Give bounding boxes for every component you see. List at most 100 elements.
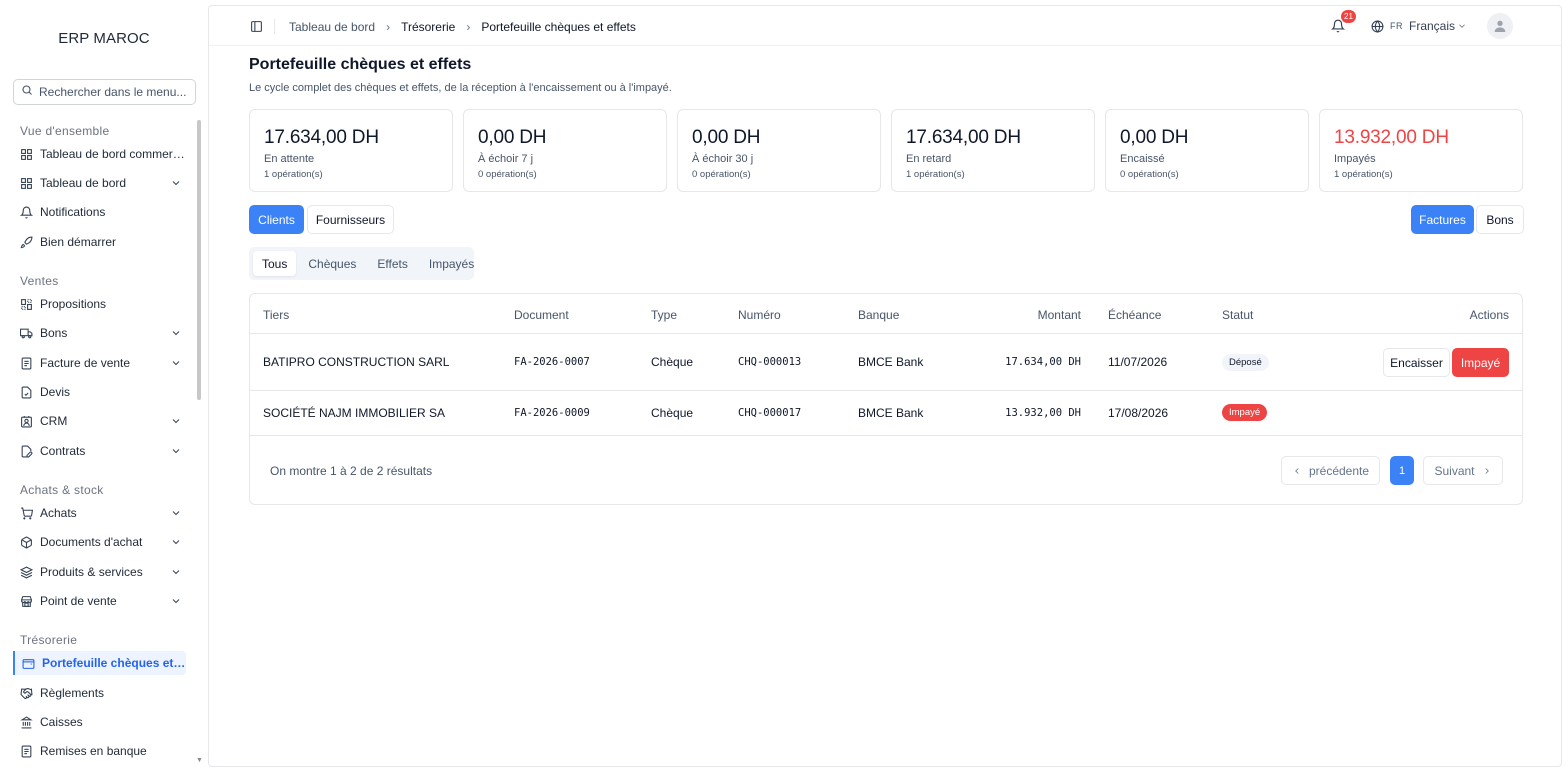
card-en-retard[interactable]: 17.634,00 DH En retard 1 opération(s) — [891, 109, 1095, 192]
file-pen-icon — [20, 445, 33, 458]
tab-tous[interactable]: Tous — [253, 251, 297, 276]
card-ops: 1 opération(s) — [1334, 169, 1393, 180]
impaye-button[interactable]: Impayé — [1452, 348, 1509, 377]
sidebar-item-commercial-dashboard[interactable]: Tableau de bord commercial — [13, 142, 186, 166]
card-echoir-7j[interactable]: 0,00 DH À échoir 7 j 0 opération(s) — [463, 109, 667, 192]
sidebar-item-portefeuille[interactable]: Portefeuille chèques et effets — [13, 651, 186, 675]
chevron-down-icon[interactable] — [170, 536, 182, 548]
card-en-attente[interactable]: 17.634,00 DH En attente 1 opération(s) — [249, 109, 453, 192]
layers-icon — [20, 565, 33, 579]
card-ops: 1 opération(s) — [906, 169, 965, 180]
previous-page-button[interactable]: précédente — [1281, 456, 1380, 485]
factures-toggle-button[interactable]: Factures — [1411, 205, 1474, 234]
cell-numero: CHQ-000017 — [738, 407, 802, 419]
package-icon — [20, 536, 33, 549]
sidebar-item-notifications[interactable]: Notifications — [13, 200, 186, 224]
sidebar-item-reglements[interactable]: Règlements — [13, 681, 186, 705]
column-header-numero: Numéro — [738, 308, 781, 322]
chevron-down-icon[interactable] — [170, 415, 182, 427]
cart-icon — [20, 507, 33, 520]
sidebar-item-label: Bien démarrer — [40, 235, 117, 249]
fournisseurs-toggle-button[interactable]: Fournisseurs — [307, 205, 394, 234]
sidebar-search[interactable] — [13, 79, 196, 105]
section-label-overview: Vue d'ensemble — [20, 124, 110, 138]
search-input[interactable] — [39, 85, 189, 99]
notification-count-badge: 21 — [1341, 10, 1356, 23]
encaisser-button[interactable]: Encaisser — [1383, 348, 1450, 377]
tab-effets[interactable]: Effets — [368, 251, 416, 276]
sidebar-scrollbar[interactable] — [197, 120, 201, 400]
cell-document[interactable]: FA-2026-0009 — [514, 407, 590, 419]
cell-type: Chèque — [651, 355, 694, 369]
card-echoir-30j[interactable]: 0,00 DH À échoir 30 j 0 opération(s) — [677, 109, 881, 192]
sidebar-item-produits-services[interactable]: Produits & services — [13, 560, 186, 584]
column-header-montant: Montant — [1037, 308, 1081, 322]
tab-cheques[interactable]: Chèques — [299, 251, 365, 276]
card-impayes[interactable]: 13.932,00 DH Impayés 1 opération(s) — [1319, 109, 1523, 192]
cell-document[interactable]: FA-2026-0007 — [514, 356, 590, 368]
store-icon — [20, 595, 33, 608]
sidebar-item-caisses[interactable]: Caisses — [13, 710, 186, 734]
card-ops: 0 opération(s) — [692, 169, 751, 180]
sidebar-item-label: Point de vente — [40, 594, 117, 608]
chevron-down-icon[interactable] — [170, 357, 182, 369]
bank-icon — [20, 715, 33, 729]
next-page-button[interactable]: Suivant — [1423, 456, 1503, 485]
breadcrumb-item-tresorerie[interactable]: Trésorerie — [401, 20, 455, 34]
chevron-down-icon[interactable] — [170, 327, 182, 339]
sidebar-item-crm[interactable]: CRM — [13, 409, 186, 433]
chevron-right-icon — [1484, 467, 1489, 474]
card-label: À échoir 7 j — [478, 153, 534, 165]
sidebar-item-propositions[interactable]: Propositions — [13, 292, 186, 316]
cell-tiers: BATIPRO CONSTRUCTION SARL — [263, 355, 450, 369]
card-amount: 0,00 DH — [692, 127, 761, 148]
sidebar-item-dashboard[interactable]: Tableau de bord — [13, 171, 186, 195]
sidebar-item-bons[interactable]: Bons — [13, 321, 186, 345]
card-ops: 1 opération(s) — [264, 169, 323, 180]
table-row[interactable]: BATIPRO CONSTRUCTION SARL FA-2026-0007 C… — [250, 334, 1522, 391]
receipt-icon — [20, 745, 33, 758]
chevron-down-icon[interactable] — [170, 507, 182, 519]
column-header-banque: Banque — [858, 308, 900, 322]
sidebar-item-label: Tableau de bord commercial — [40, 147, 186, 161]
sidebar-item-facture-vente[interactable]: Facture de vente — [13, 351, 186, 375]
card-label: À échoir 30 j — [692, 153, 754, 165]
user-avatar[interactable] — [1487, 13, 1513, 39]
clients-toggle-button[interactable]: Clients — [249, 205, 304, 234]
user-icon — [1494, 20, 1506, 32]
section-label-ventes: Ventes — [20, 274, 59, 288]
summary-cards: 17.634,00 DH En attente 1 opération(s) 0… — [249, 109, 1523, 192]
sidebar-item-getting-started[interactable]: Bien démarrer — [13, 230, 186, 254]
sidebar-item-remises-banque[interactable]: Remises en banque — [13, 739, 186, 763]
rocket-icon — [20, 236, 33, 249]
brand-logo: ERP MAROC — [58, 30, 150, 47]
sidebar-item-devis[interactable]: Devis — [13, 380, 186, 404]
chevron-down-icon[interactable] — [170, 445, 182, 457]
file-check-icon — [20, 386, 33, 399]
tab-impayes[interactable]: Impayés — [420, 251, 483, 276]
bons-toggle-button[interactable]: Bons — [1476, 205, 1524, 234]
cell-numero: CHQ-000013 — [738, 356, 802, 368]
column-header-tiers: Tiers — [263, 308, 290, 322]
sidebar-item-documents-achat[interactable]: Documents d'achat — [13, 530, 186, 554]
scroll-down-icon[interactable]: ▼ — [196, 757, 203, 764]
sidebar-item-label: Notifications — [40, 205, 106, 219]
breadcrumb-item-dashboard[interactable]: Tableau de bord — [289, 20, 375, 34]
sidebar-item-achats[interactable]: Achats — [13, 501, 186, 525]
card-label: En retard — [906, 153, 952, 165]
panel-toggle-icon[interactable] — [250, 20, 263, 33]
sidebar-item-point-de-vente[interactable]: Point de vente — [13, 589, 186, 613]
page-number-button[interactable]: 1 — [1390, 456, 1414, 485]
language-selector[interactable]: FR Français — [1371, 19, 1473, 33]
sidebar-item-contrats[interactable]: Contrats — [13, 439, 186, 463]
chevron-down-icon[interactable] — [170, 566, 182, 578]
truck-icon — [20, 327, 33, 340]
chevron-down-icon[interactable] — [170, 177, 182, 189]
table-header: Tiers Document Type Numéro Banque Montan… — [250, 294, 1522, 334]
card-encaisse[interactable]: 0,00 DH Encaissé 0 opération(s) — [1105, 109, 1309, 192]
filter-tabs: Tous Chèques Effets Impayés — [249, 247, 474, 280]
table-row[interactable]: SOCIÉTÉ NAJM IMMOBILIER SA FA-2026-0009 … — [250, 391, 1522, 436]
sidebar-item-label: Documents d'achat — [40, 535, 143, 549]
chevron-down-icon[interactable] — [170, 595, 182, 607]
card-amount: 17.634,00 DH — [264, 127, 379, 148]
